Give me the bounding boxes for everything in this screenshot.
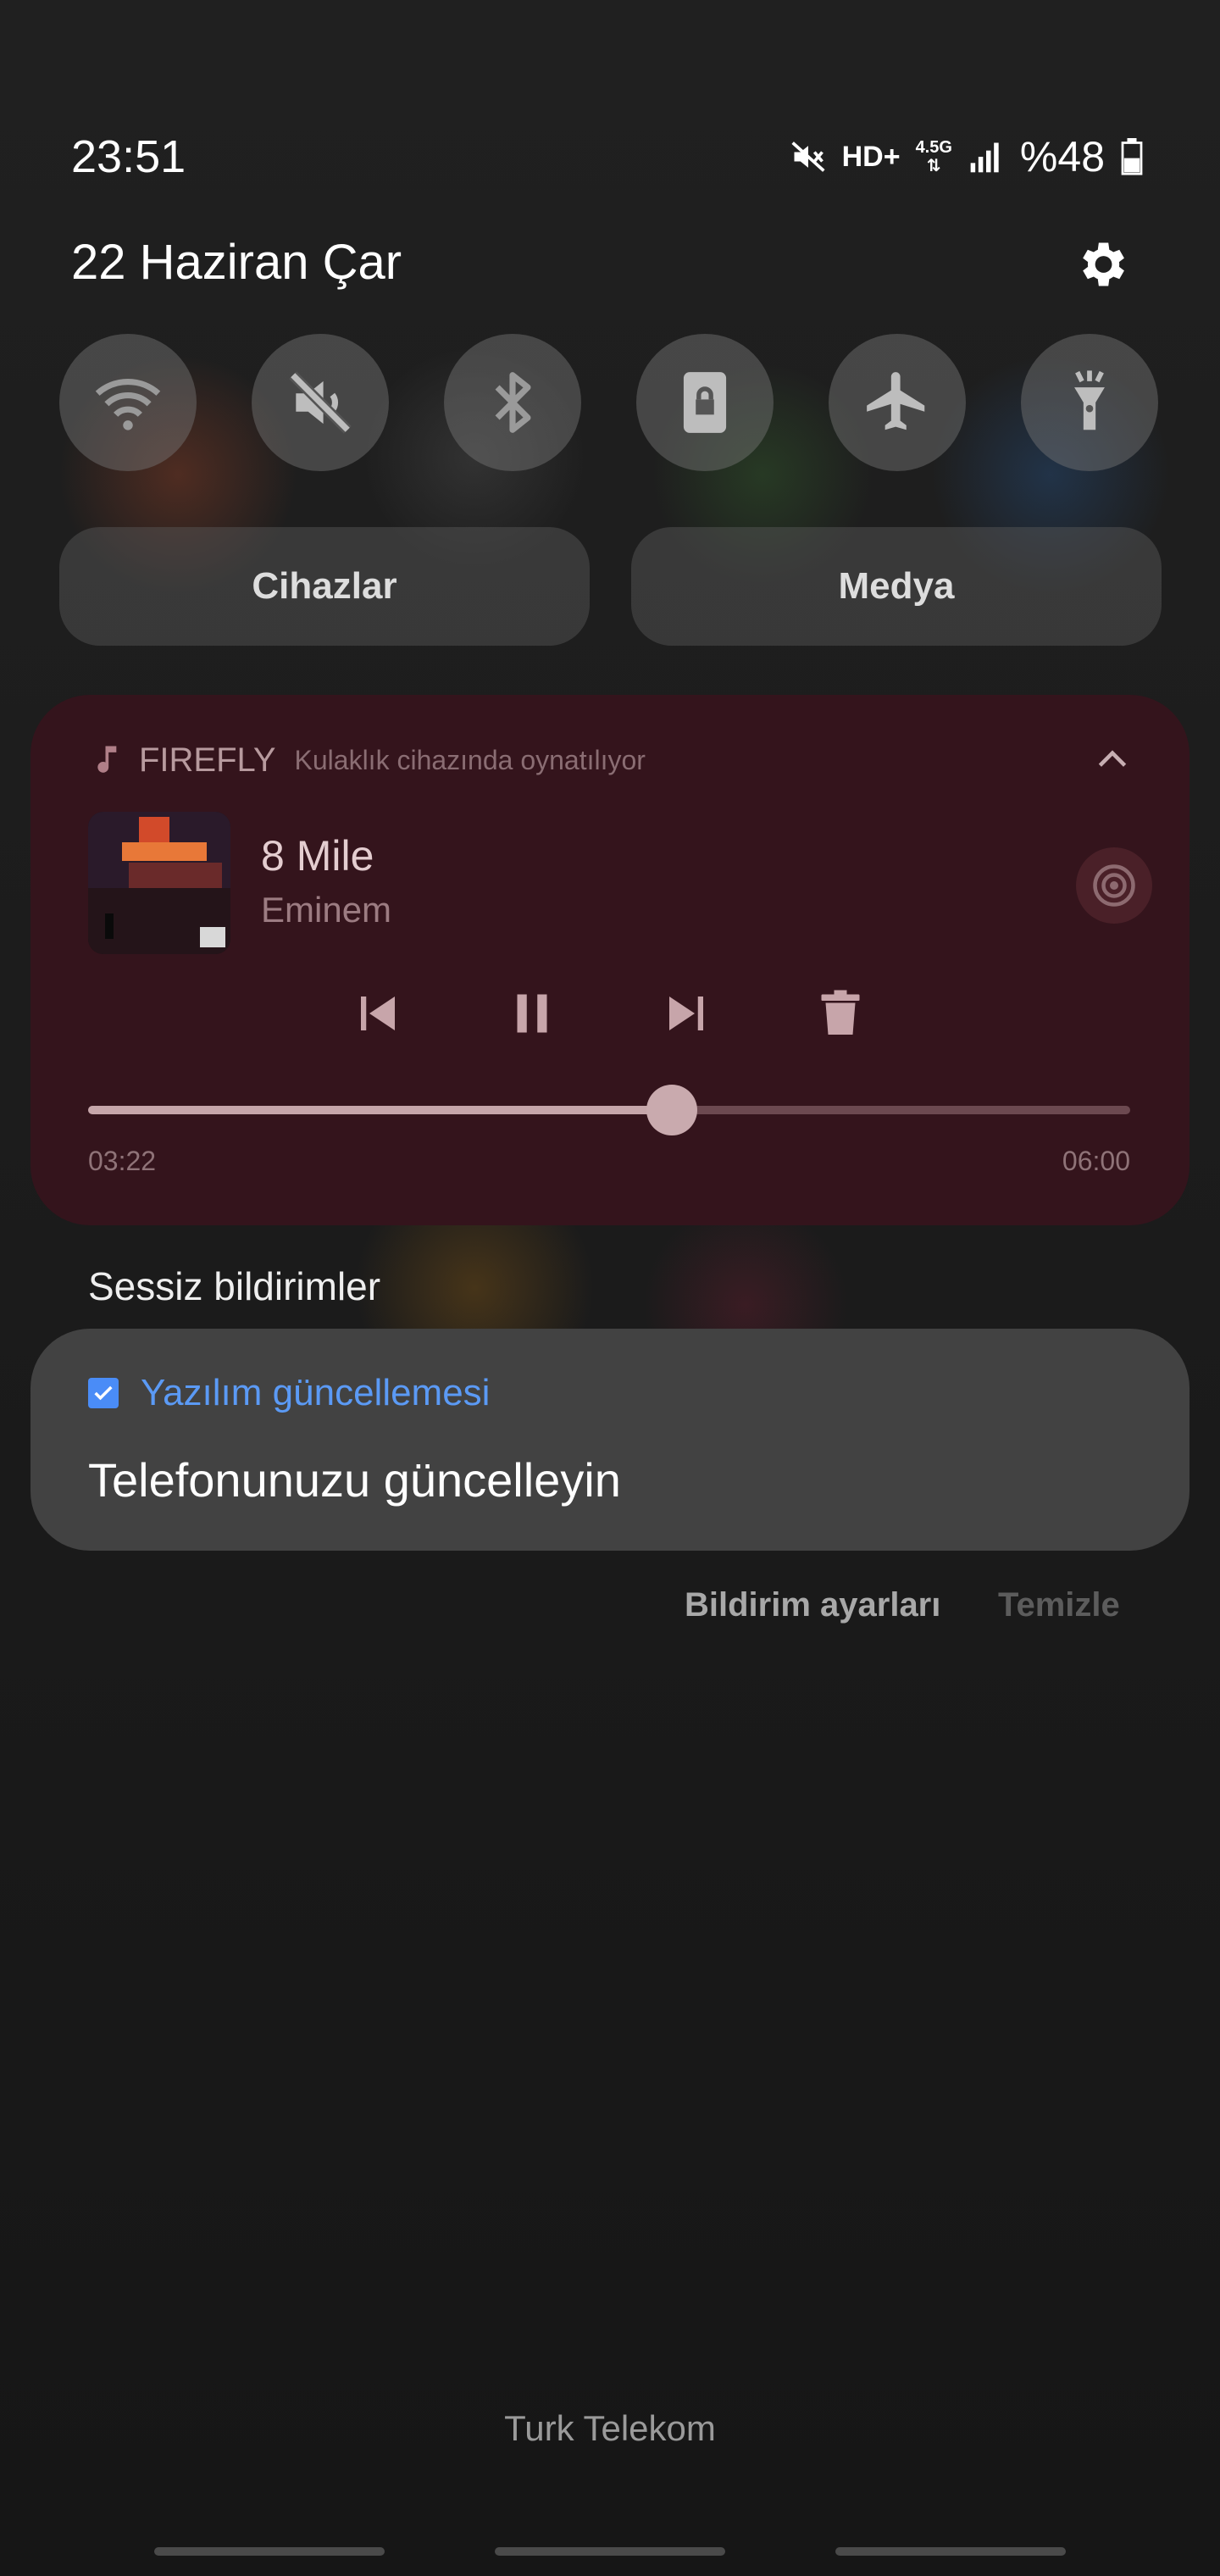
bluetooth-icon — [495, 372, 531, 433]
media-app-name: FIREFLY — [139, 741, 276, 779]
status-time: 23:51 — [71, 131, 186, 182]
battery-icon — [1121, 138, 1143, 175]
delete-button[interactable] — [808, 981, 873, 1046]
trash-icon — [821, 990, 860, 1035]
status-icons: HD+ 4.5G ⇅ %48 — [790, 127, 1144, 186]
devices-button[interactable]: Cihazlar — [59, 527, 590, 646]
elapsed-time: 03:22 — [88, 1146, 157, 1176]
airplane-icon — [867, 372, 925, 430]
gear-icon — [1083, 242, 1124, 286]
flashlight-icon — [1074, 370, 1105, 430]
track-artist: Eminem — [261, 890, 392, 930]
wifi-icon — [95, 379, 161, 430]
hd-indicator: HD+ — [841, 140, 901, 173]
next-button[interactable] — [654, 981, 718, 1046]
nav-home-bar[interactable] — [495, 2547, 725, 2556]
carrier-label: Turk Telekom — [504, 2408, 716, 2448]
notification-message: Telefonunuzu güncelleyin — [88, 1453, 621, 1507]
sound-toggle[interactable] — [252, 334, 389, 471]
notification-app-name: Yazılım güncellemesi — [141, 1372, 491, 1413]
track-title: 8 Mile — [261, 832, 374, 880]
pause-icon — [517, 994, 547, 1033]
wifi-toggle[interactable] — [59, 334, 197, 471]
battery-percent: %48 — [1019, 133, 1105, 180]
software-update-icon — [88, 1378, 119, 1408]
nav-back-bar[interactable] — [835, 2547, 1066, 2556]
media-output-subtitle: Kulaklık cihazında oynatılıyor — [294, 744, 646, 775]
clear-button[interactable]: Temizle — [998, 1581, 1120, 1629]
software-update-notification[interactable] — [30, 1329, 1190, 1551]
chevron-up-icon — [1098, 750, 1127, 767]
notification-app-row: Yazılım güncellemesi — [88, 1368, 490, 1418]
album-art — [88, 812, 230, 954]
media-app-header: FIREFLY Kulaklık cihazında oynatılıyor — [93, 739, 646, 781]
pause-button[interactable] — [500, 981, 564, 1046]
mute-icon — [791, 142, 825, 172]
total-time: 06:00 — [1062, 1146, 1130, 1176]
settings-gear-button[interactable] — [1073, 236, 1130, 293]
flashlight-toggle[interactable] — [1021, 334, 1158, 471]
progress-fill — [88, 1106, 672, 1114]
silent-notifications-header: Sessiz bildirimler — [88, 1264, 381, 1308]
network-indicator: 4.5G ⇅ — [915, 138, 952, 175]
bluetooth-toggle[interactable] — [444, 334, 581, 471]
screen-lock-icon — [683, 372, 727, 433]
nav-recent-bar[interactable] — [154, 2547, 385, 2556]
music-note-icon — [97, 746, 117, 773]
sound-off-icon — [289, 371, 352, 434]
skip-next-icon — [669, 997, 703, 1030]
output-device-button[interactable] — [1076, 847, 1152, 924]
skip-previous-icon — [361, 997, 395, 1030]
progress-thumb[interactable] — [646, 1085, 697, 1135]
collapse-button[interactable] — [1091, 739, 1134, 781]
date-label: 22 Haziran Çar — [71, 235, 402, 290]
media-button[interactable]: Medya — [631, 527, 1162, 646]
notification-settings-button[interactable]: Bildirim ayarları — [685, 1581, 940, 1629]
previous-button[interactable] — [346, 981, 410, 1046]
screen-lock-toggle[interactable] — [636, 334, 774, 471]
signal-icon — [970, 142, 999, 173]
airplane-toggle[interactable] — [829, 334, 966, 471]
cast-audio-icon — [1093, 864, 1135, 907]
